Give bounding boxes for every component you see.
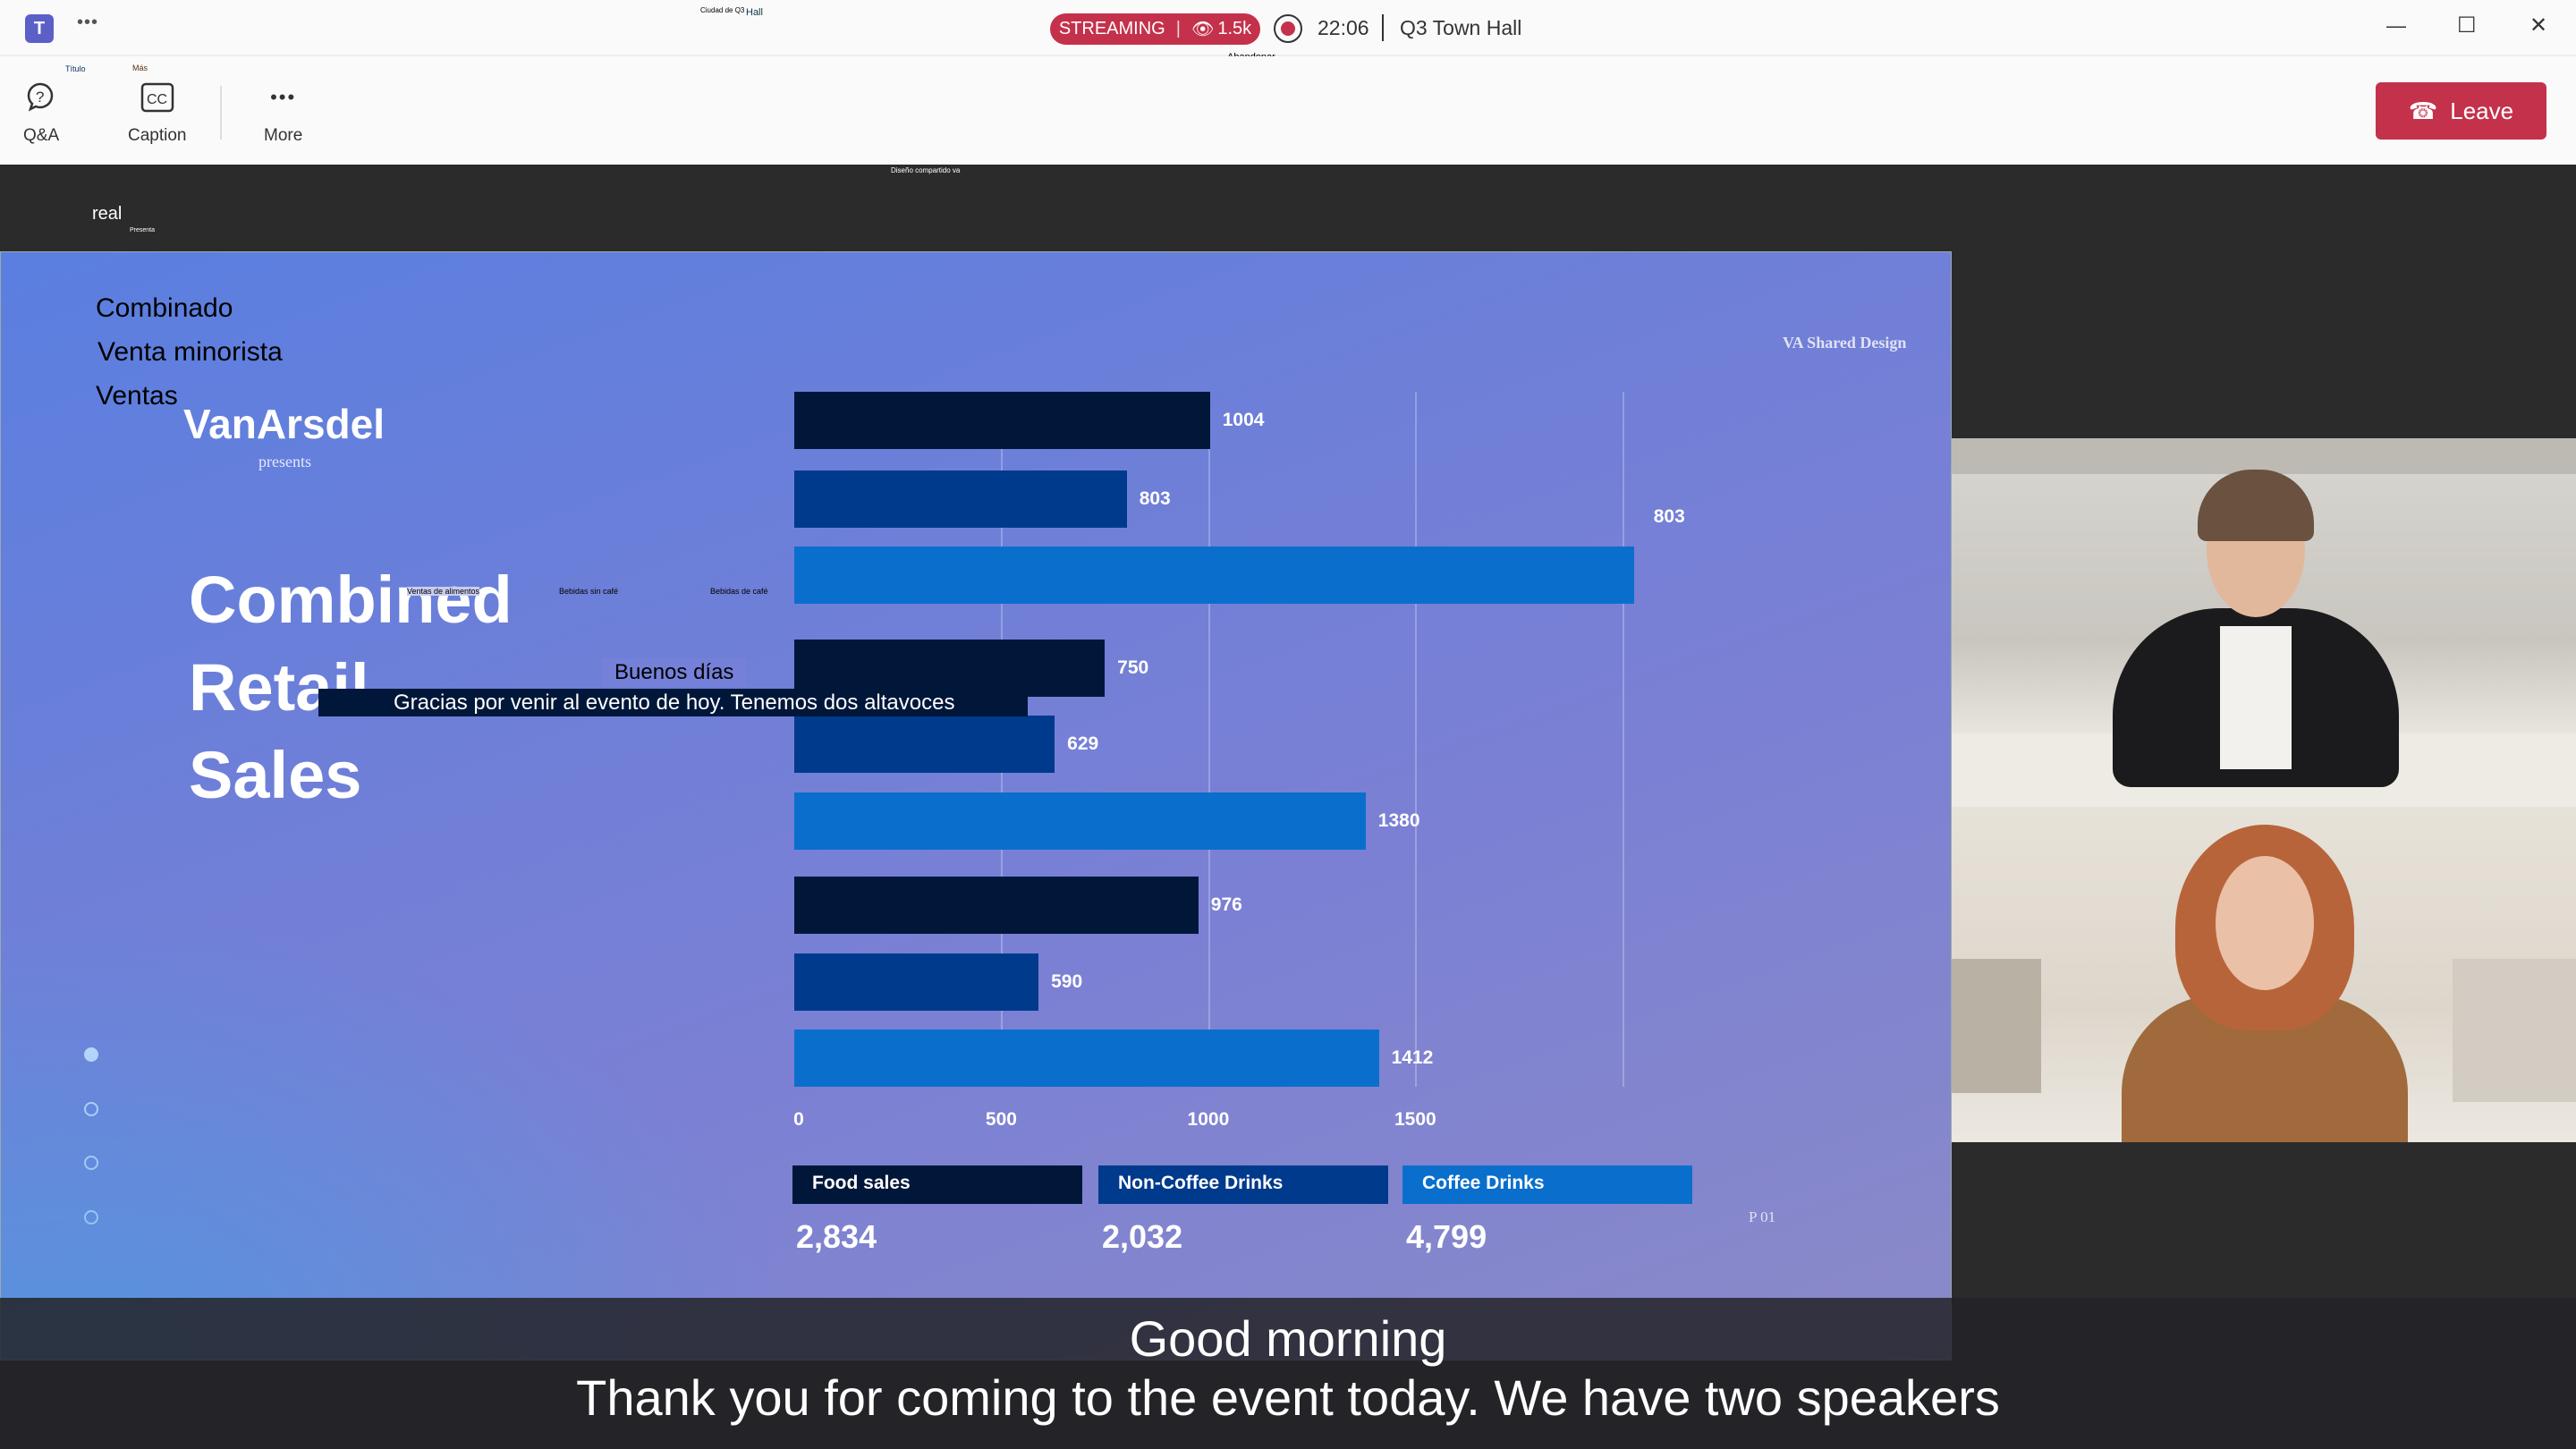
legend-total: 2,834 bbox=[796, 1218, 877, 1255]
svg-text:?: ? bbox=[36, 89, 44, 106]
bar-value-label: 1380 bbox=[1377, 810, 1420, 832]
caption-line: Good morning bbox=[1129, 1310, 1447, 1367]
viewers-icon: 👁 bbox=[1191, 20, 1215, 39]
speaker-video-1[interactable] bbox=[1952, 438, 2576, 807]
presenter-name: real bbox=[92, 204, 123, 224]
bar-value-label: 590 bbox=[1051, 971, 1083, 993]
caption-small-label: Más bbox=[132, 64, 148, 72]
bar-non-coffee-drinks bbox=[794, 715, 1055, 773]
caption-label: Caption bbox=[128, 126, 187, 145]
speaker-hair bbox=[2198, 470, 2314, 541]
presenter-small-label: Presenta bbox=[130, 227, 156, 233]
shared-design-small: Diseño compartido va bbox=[891, 166, 961, 174]
qa-small-label: Título bbox=[65, 64, 86, 73]
bar-value-label: 1004 bbox=[1222, 410, 1265, 431]
title-line: Combined bbox=[189, 563, 513, 637]
streaming-label: STREAMING bbox=[1058, 19, 1165, 38]
bar-food-sales bbox=[794, 876, 1199, 934]
gridline bbox=[1415, 392, 1418, 1087]
x-tick-label: 500 bbox=[985, 1109, 1017, 1130]
more-button[interactable]: ••• More bbox=[264, 80, 302, 146]
speaker-shirt bbox=[2220, 626, 2292, 769]
recording-icon bbox=[1274, 14, 1302, 43]
caption-button[interactable]: CC Caption bbox=[128, 80, 187, 146]
teams-logo-icon: T bbox=[25, 14, 54, 43]
viewer-count: 1.5k bbox=[1217, 19, 1252, 38]
more-label: More bbox=[264, 126, 303, 145]
question-chat-icon: ? bbox=[23, 80, 59, 115]
live-captions: Good morning Thank you for coming to the… bbox=[0, 1298, 2576, 1449]
closed-caption-icon: CC bbox=[140, 80, 175, 115]
bar-coffee-drinks bbox=[794, 546, 1634, 604]
bookshelf bbox=[2453, 959, 2576, 1102]
legend-total: 2,032 bbox=[1102, 1218, 1183, 1255]
bookshelf bbox=[1952, 959, 2041, 1093]
bar-value-label: 1412 bbox=[1391, 1046, 1434, 1068]
qa-button[interactable]: ? Q&A bbox=[23, 80, 59, 146]
bar-food-sales bbox=[794, 392, 1210, 450]
translated-series-label: Bebidas sin café bbox=[559, 587, 619, 596]
shared-slide: Combinado Venta minorista Ventas VanArsd… bbox=[0, 251, 1952, 1360]
title-bar: T ••• Ciudad de Q3 Hall STREAMING | 👁 1.… bbox=[0, 0, 2576, 63]
legend-item: Non-Coffee Drinks bbox=[1098, 1165, 1388, 1204]
meeting-title: Q3 Town Hall bbox=[1400, 16, 1522, 39]
bar-non-coffee-drinks bbox=[794, 470, 1127, 529]
bar-value-label: 750 bbox=[1117, 657, 1149, 679]
speaker-face bbox=[2216, 856, 2314, 990]
svg-text:CC: CC bbox=[147, 92, 167, 107]
legend-item: Coffee Drinks bbox=[1402, 1165, 1692, 1204]
side-label: Venta minorista bbox=[97, 337, 283, 367]
close-button[interactable]: ✕ bbox=[2529, 13, 2547, 38]
vanarsdel-logo: VanArsdel bbox=[183, 401, 385, 447]
translated-series-label: Bebidas de café bbox=[710, 587, 768, 596]
divider bbox=[1382, 14, 1384, 41]
bar-value-label: 803 bbox=[1139, 488, 1171, 510]
leave-label: Leave bbox=[2450, 97, 2514, 124]
title-line: Retail bbox=[189, 650, 369, 724]
qa-label: Q&A bbox=[23, 126, 60, 145]
ceiling bbox=[1952, 438, 2576, 474]
toolbar-divider bbox=[220, 86, 222, 140]
gridline bbox=[1622, 392, 1624, 1087]
bar-coffee-drinks bbox=[794, 1029, 1379, 1087]
meeting-toolbar: Título Más ? Q&A CC Caption ••• More ☎ L… bbox=[0, 56, 2576, 165]
side-labels: Combinado Venta minorista Ventas bbox=[96, 286, 283, 418]
hang-up-icon: ☎ bbox=[2408, 97, 2438, 124]
speaker-video-2[interactable] bbox=[1952, 807, 2576, 1142]
x-tick-label: 1500 bbox=[1394, 1109, 1436, 1130]
caption-line: Thank you for coming to the event today.… bbox=[576, 1369, 2000, 1426]
minimize-button[interactable]: — bbox=[2386, 14, 2406, 38]
bar-coffee-drinks bbox=[794, 792, 1366, 851]
bar-value-label: 629 bbox=[1067, 733, 1099, 754]
x-tick-label: 1000 bbox=[1187, 1109, 1230, 1130]
bar-non-coffee-drinks bbox=[794, 953, 1039, 1012]
slide-dot[interactable] bbox=[84, 1156, 98, 1170]
translated-caption-line2: Gracias por venir al evento de hoy. Tene… bbox=[318, 689, 1028, 716]
side-label: Combinado bbox=[96, 293, 233, 323]
overlay-title-small: Ciudad de Q3 bbox=[700, 6, 745, 14]
maximize-button[interactable]: ☐ bbox=[2457, 13, 2477, 38]
translated-series-label: Ventas de alimentos bbox=[407, 587, 480, 596]
slide-dot[interactable] bbox=[84, 1210, 98, 1224]
legend-total: 4,799 bbox=[1406, 1218, 1487, 1255]
x-tick-label: 0 bbox=[793, 1109, 804, 1130]
legend-item: Food sales bbox=[792, 1165, 1082, 1204]
translated-caption-line1: Buenos días bbox=[602, 658, 747, 687]
overlay-title-hall: Hall bbox=[746, 7, 763, 18]
more-options-button[interactable]: ••• bbox=[77, 13, 98, 33]
slide-title: Combined Retail Sales bbox=[189, 556, 513, 819]
logo-subtitle: presents bbox=[258, 453, 311, 470]
leave-button[interactable]: ☎ Leave bbox=[2376, 82, 2546, 140]
title-line: Sales bbox=[189, 738, 362, 812]
bar-value-label: 803 bbox=[1653, 505, 1685, 527]
slide-dot-active[interactable] bbox=[84, 1047, 98, 1062]
ellipsis-icon: ••• bbox=[270, 86, 297, 108]
gridline bbox=[1208, 392, 1210, 1087]
slide-dot[interactable] bbox=[84, 1102, 98, 1116]
elapsed-time: 22:06 bbox=[1318, 16, 1369, 39]
streaming-badge: STREAMING | 👁 1.5k bbox=[1050, 13, 1260, 45]
bar-value-label: 976 bbox=[1210, 894, 1242, 915]
